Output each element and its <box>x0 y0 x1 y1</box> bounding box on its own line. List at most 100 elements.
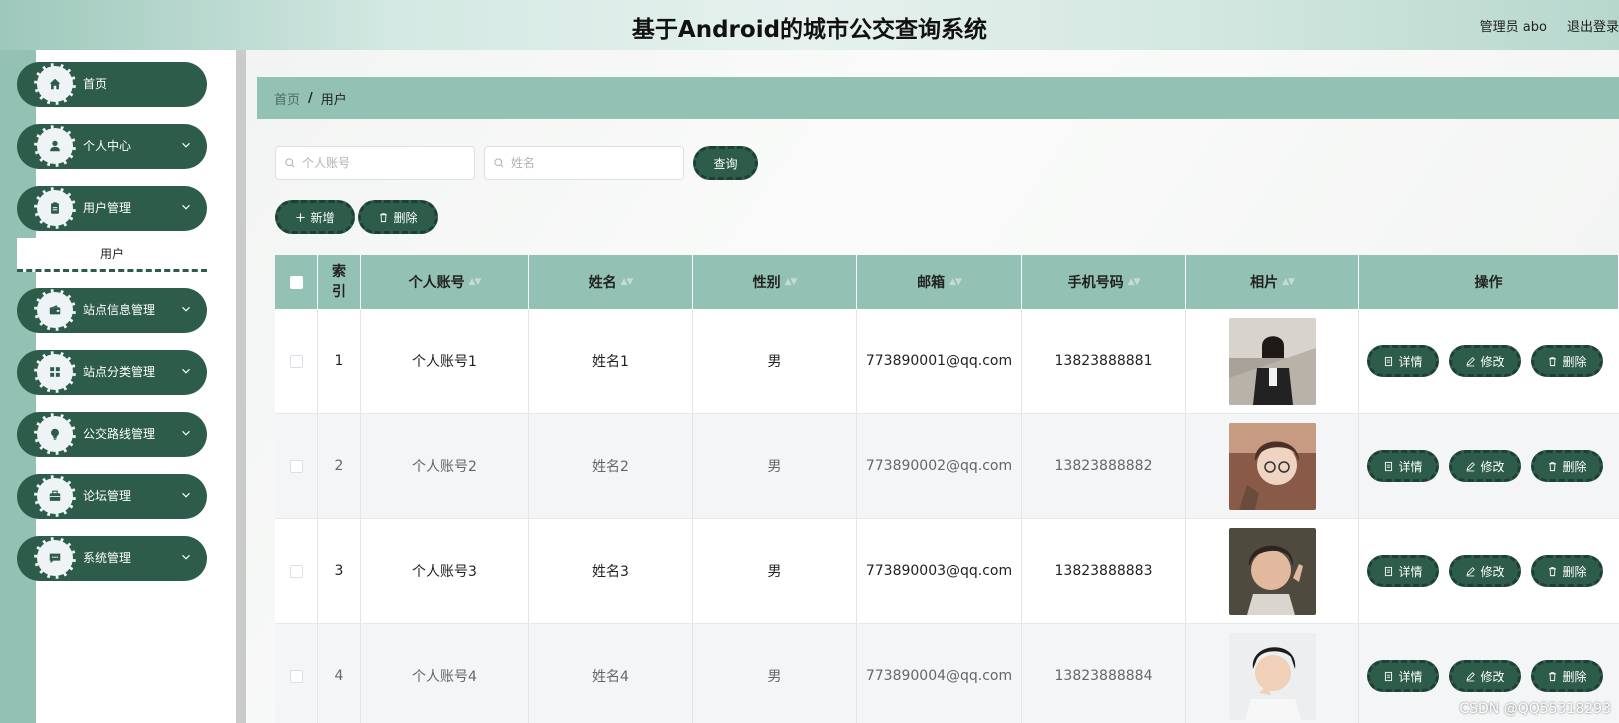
person-icon <box>34 125 76 167</box>
header-account-label: 个人账号 <box>408 275 465 291</box>
delete-button[interactable]: 删除 <box>1531 450 1603 482</box>
phone-cell: 13823888881 <box>1022 309 1186 413</box>
header-user-area: 管理员 abo 退出登录 <box>1480 16 1619 35</box>
user-photo[interactable] <box>1228 632 1316 720</box>
account-search-box[interactable] <box>275 146 475 180</box>
sidebar-item-home[interactable]: 首页 <box>17 62 207 107</box>
add-button[interactable]: 新增 <box>275 200 355 234</box>
sidebar-item-label: 论坛管理 <box>83 489 132 503</box>
sidebar-item-label: 系统管理 <box>83 551 132 565</box>
detail-button[interactable]: 详情 <box>1367 555 1439 587</box>
account-search-input[interactable] <box>302 156 452 170</box>
detail-button[interactable]: 详情 <box>1367 345 1439 377</box>
delete-button-label: 删除 <box>1562 564 1587 579</box>
app-title: 基于Android的城市公交查询系统 <box>631 17 988 43</box>
select-all-checkbox[interactable] <box>289 275 303 289</box>
header-name-label: 姓名 <box>588 275 617 291</box>
user-photo[interactable] <box>1228 527 1316 615</box>
sidebar-subitem-user[interactable]: 用户 <box>17 238 207 272</box>
trash-icon <box>1549 671 1557 681</box>
edit-button[interactable]: 修改 <box>1449 555 1521 587</box>
sidebar-item-station-info-management[interactable]: 站点信息管理 <box>17 288 207 333</box>
actions-cell: 详情 修改 删除 <box>1359 519 1619 623</box>
row-checkbox[interactable] <box>289 564 303 578</box>
photo-cell <box>1186 414 1359 518</box>
sidebar-item-user-management[interactable]: 用户管理 <box>17 186 207 231</box>
logout-link[interactable]: 退出登录 <box>1567 16 1619 35</box>
current-user-label: 管理员 abo <box>1479 20 1547 35</box>
chat-icon <box>34 537 76 579</box>
sort-icon: ▲▼ <box>784 277 798 287</box>
edit-button[interactable]: 修改 <box>1449 660 1521 692</box>
chevron-down-icon <box>182 142 190 148</box>
bulk-delete-button-label: 删除 <box>393 210 418 225</box>
sidebar-item-label: 站点分类管理 <box>83 365 156 379</box>
pencil-icon <box>1466 356 1476 366</box>
wallet-icon <box>34 289 76 331</box>
row-checkbox[interactable] <box>289 459 303 473</box>
header-phone[interactable]: 手机号码 ▲▼ <box>1022 255 1186 309</box>
actions-cell: 详情 修改 删除 <box>1359 309 1619 413</box>
photo-cell <box>1186 624 1359 723</box>
query-button[interactable]: 查询 <box>693 146 758 180</box>
header-photo-label: 相片 <box>1250 275 1279 291</box>
gender-cell: 男 <box>693 519 857 623</box>
breadcrumb-current: 用户 <box>320 92 347 108</box>
header-name[interactable]: 姓名 ▲▼ <box>529 255 693 309</box>
detail-button[interactable]: 详情 <box>1367 660 1439 692</box>
header-gender[interactable]: 性别 ▲▼ <box>693 255 857 309</box>
account-cell: 个人账号4 <box>361 624 529 723</box>
sidebar-subitem-label: 用户 <box>99 247 124 261</box>
user-photo[interactable] <box>1228 422 1316 510</box>
sidebar-scroll-edge <box>236 50 246 723</box>
header-email[interactable]: 邮箱 ▲▼ <box>857 255 1022 309</box>
gender-cell: 男 <box>693 414 857 518</box>
header-photo[interactable]: 相片 ▲▼ <box>1186 255 1359 309</box>
delete-button[interactable]: 删除 <box>1531 555 1603 587</box>
detail-button[interactable]: 详情 <box>1367 450 1439 482</box>
header-index-label: 索引 <box>332 264 346 300</box>
name-search-box[interactable] <box>484 146 684 180</box>
delete-button[interactable]: 删除 <box>1531 660 1603 692</box>
sidebar-item-bus-route-management[interactable]: 公交路线管理 <box>17 412 207 457</box>
pencil-icon <box>1466 566 1476 576</box>
account-cell: 个人账号3 <box>361 519 529 623</box>
detail-button-label: 详情 <box>1398 459 1423 474</box>
chevron-down-icon <box>182 554 190 560</box>
index-cell: 4 <box>318 624 361 723</box>
sort-icon: ▲▼ <box>1127 277 1141 287</box>
document-icon <box>1385 566 1393 576</box>
bulk-delete-button[interactable]: 删除 <box>358 200 438 234</box>
name-search-input[interactable] <box>511 156 661 170</box>
user-photo[interactable] <box>1228 317 1316 405</box>
header-select-all-cell <box>275 255 318 309</box>
home-icon <box>34 63 76 105</box>
grid-icon <box>34 351 76 393</box>
delete-button-label: 删除 <box>1562 669 1587 684</box>
delete-button-label: 删除 <box>1562 354 1587 369</box>
edit-button[interactable]: 修改 <box>1449 450 1521 482</box>
sort-icon: ▲▼ <box>1282 277 1295 287</box>
sidebar-item-station-category-management[interactable]: 站点分类管理 <box>17 350 207 395</box>
delete-button[interactable]: 删除 <box>1531 345 1603 377</box>
email-cell: 773890002@qq.com <box>857 414 1022 518</box>
sidebar-item-forum-management[interactable]: 论坛管理 <box>17 474 207 519</box>
sidebar-item-label: 公交路线管理 <box>83 427 156 441</box>
actions-cell: 详情 修改 删除 <box>1359 414 1619 518</box>
header-gender-label: 性别 <box>752 275 781 291</box>
email-cell: 773890004@qq.com <box>857 624 1022 723</box>
photo-cell <box>1186 309 1359 413</box>
sidebar-item-personal-center[interactable]: 个人中心 <box>17 124 207 169</box>
detail-button-label: 详情 <box>1398 564 1423 579</box>
edit-button[interactable]: 修改 <box>1449 345 1521 377</box>
breadcrumb-home-link[interactable]: 首页 <box>274 89 300 108</box>
detail-button-label: 详情 <box>1398 669 1423 684</box>
account-cell: 个人账号2 <box>361 414 529 518</box>
header-account[interactable]: 个人账号 ▲▼ <box>361 255 529 309</box>
row-checkbox[interactable] <box>289 669 303 683</box>
chevron-down-icon <box>182 306 190 312</box>
sidebar-item-system-management[interactable]: 系统管理 <box>17 536 207 581</box>
user-table: 索引 个人账号 ▲▼ 姓名 ▲▼ 性别 ▲▼ 邮箱 ▲▼ 手机号码 ▲▼ 相片 ▲▼ 操作 … <box>275 255 1619 723</box>
row-checkbox[interactable] <box>289 354 303 368</box>
name-cell: 姓名2 <box>529 414 693 518</box>
